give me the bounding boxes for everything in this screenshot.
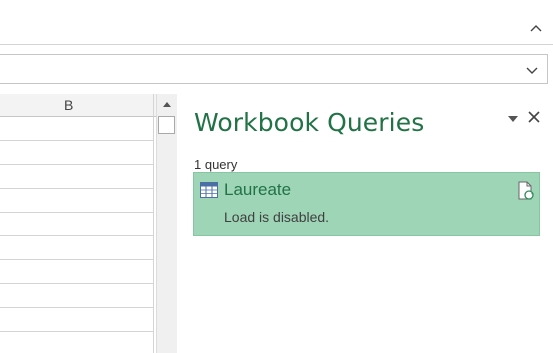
query-item-laureate[interactable]: Laureate Load is disabled. xyxy=(193,172,540,236)
query-name: Laureate xyxy=(224,180,292,199)
table-icon xyxy=(200,182,218,198)
grid-row[interactable] xyxy=(0,117,153,141)
column-header-b[interactable]: B xyxy=(0,94,156,117)
spreadsheet-grid: B xyxy=(0,94,156,353)
formula-bar[interactable] xyxy=(0,54,548,84)
chevron-up-icon[interactable] xyxy=(529,22,543,36)
grid-row[interactable] xyxy=(0,213,153,237)
workbook-queries-pane: Workbook Queries 1 query Laureate Load i… xyxy=(182,94,553,353)
pane-title: Workbook Queries xyxy=(194,108,425,137)
column-header-label: B xyxy=(64,97,74,113)
grid-row[interactable] xyxy=(0,189,153,213)
grid-rows xyxy=(0,117,153,353)
grid-row[interactable] xyxy=(0,332,153,353)
close-icon[interactable] xyxy=(527,110,541,124)
grid-row[interactable] xyxy=(0,141,153,165)
scrollbar-thumb[interactable] xyxy=(158,116,175,134)
vertical-scrollbar[interactable] xyxy=(156,94,177,353)
grid-row[interactable] xyxy=(0,284,153,309)
chevron-down-icon[interactable] xyxy=(525,63,539,77)
grid-row[interactable] xyxy=(0,308,153,333)
grid-row[interactable] xyxy=(0,236,153,261)
query-count: 1 query xyxy=(194,157,238,172)
triangle-down-icon[interactable] xyxy=(507,112,519,124)
column-divider xyxy=(153,94,154,353)
excel-window: B Workbook Queries 1 query Laureate Load… xyxy=(0,0,553,353)
grid-row[interactable] xyxy=(0,260,153,285)
grid-row[interactable] xyxy=(0,165,153,189)
ribbon-area xyxy=(0,0,553,45)
triangle-up-icon[interactable] xyxy=(159,97,175,113)
refresh-document-icon[interactable] xyxy=(517,181,535,201)
query-status: Load is disabled. xyxy=(224,209,330,225)
